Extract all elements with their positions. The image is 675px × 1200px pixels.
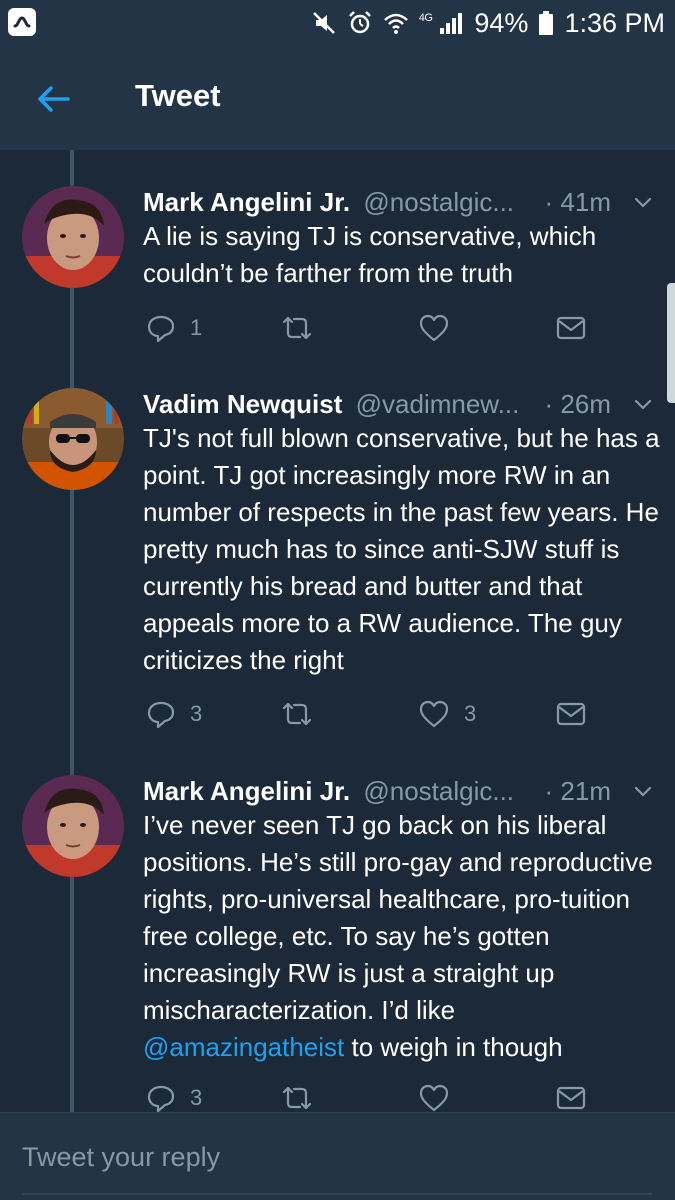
avatar[interactable] bbox=[22, 388, 124, 490]
like-button[interactable] bbox=[418, 308, 464, 348]
like-button[interactable]: 3 bbox=[418, 694, 476, 734]
wifi-icon bbox=[383, 10, 409, 36]
direct-message-button[interactable] bbox=[556, 308, 586, 348]
clock: 1:36 PM bbox=[564, 7, 665, 38]
tweet-item[interactable]: Vadim Newquist @vadimnew... · 26m TJ's n… bbox=[0, 352, 675, 745]
tweet-timestamp: · 26m bbox=[544, 389, 611, 419]
reply-button[interactable]: 1 bbox=[146, 308, 202, 348]
author-handle[interactable]: @nostalgic... bbox=[363, 187, 514, 217]
reply-button[interactable]: 3 bbox=[146, 1078, 202, 1112]
heart-icon bbox=[419, 1084, 449, 1112]
chevron-down-icon[interactable] bbox=[631, 779, 655, 803]
avatar[interactable] bbox=[22, 775, 124, 877]
tweet-header: Mark Angelini Jr. @nostalgic... · 21m bbox=[143, 773, 663, 809]
retweet-button[interactable] bbox=[280, 308, 328, 348]
tweet-text-segment: to weigh in though bbox=[344, 1032, 563, 1062]
retweet-icon bbox=[282, 702, 312, 726]
reply-bar bbox=[0, 1112, 675, 1200]
mute-icon bbox=[311, 10, 337, 36]
tweet-text-segment: TJ's not full blown conservative, but he… bbox=[143, 423, 660, 675]
reply-input[interactable] bbox=[22, 1137, 652, 1177]
back-button[interactable] bbox=[30, 76, 76, 122]
tweet-text: A lie is saying TJ is conservative, whic… bbox=[143, 218, 663, 292]
retweet-icon bbox=[282, 1086, 312, 1110]
tweet-text: TJ's not full blown conservative, but he… bbox=[143, 420, 663, 679]
retweet-button[interactable] bbox=[280, 694, 328, 734]
battery-percent: 94% bbox=[474, 7, 529, 38]
tweet-actions: 1 bbox=[0, 308, 675, 348]
chevron-down-icon[interactable] bbox=[631, 190, 655, 214]
tweet-item[interactable]: Mark Angelini Jr. @nostalgic... · 41m A … bbox=[0, 150, 675, 352]
heart-icon bbox=[419, 314, 449, 342]
network-type: 4G bbox=[418, 12, 433, 24]
tweet-header: Mark Angelini Jr. @nostalgic... · 41m bbox=[143, 184, 663, 220]
reply-icon bbox=[147, 1085, 175, 1112]
like-count: 3 bbox=[464, 701, 477, 726]
reply-count: 3 bbox=[190, 1085, 203, 1110]
author-name[interactable]: Mark Angelini Jr. bbox=[143, 187, 350, 217]
tweet-header: Vadim Newquist @vadimnew... · 26m bbox=[143, 386, 663, 422]
reply-input-underline bbox=[22, 1193, 652, 1195]
scrollbar-thumb[interactable] bbox=[667, 283, 675, 403]
direct-message-button[interactable] bbox=[556, 1078, 586, 1112]
tweet-actions: 3 3 bbox=[0, 694, 675, 734]
tweet-thread[interactable]: Mark Angelini Jr. @nostalgic... · 41m A … bbox=[0, 150, 675, 1112]
alarm-icon bbox=[347, 10, 373, 36]
mention-link[interactable]: @amazingatheist bbox=[143, 1032, 344, 1062]
status-bar: 4G 94% 1:36 PM bbox=[0, 0, 675, 46]
heart-icon bbox=[419, 700, 449, 728]
avatar[interactable] bbox=[22, 186, 124, 288]
top-app-bar: Tweet bbox=[0, 46, 675, 150]
tweet-text-segment: A lie is saying TJ is conservative, whic… bbox=[143, 221, 597, 288]
chevron-down-icon[interactable] bbox=[631, 392, 655, 416]
tweet-timestamp: · 21m bbox=[544, 776, 611, 806]
retweet-button[interactable] bbox=[280, 1078, 328, 1112]
reply-icon bbox=[147, 701, 175, 729]
reply-count: 1 bbox=[190, 315, 203, 340]
tweet-timestamp: · 41m bbox=[544, 187, 611, 217]
author-name[interactable]: Mark Angelini Jr. bbox=[143, 776, 350, 806]
arrow-left-icon bbox=[38, 86, 70, 112]
envelope-icon bbox=[556, 316, 586, 340]
like-button[interactable] bbox=[418, 1078, 464, 1112]
tweet-actions: 3 bbox=[0, 1078, 675, 1112]
tweet-text-segment: I’ve never seen TJ go back on his libera… bbox=[143, 810, 653, 1025]
reply-button[interactable]: 3 bbox=[146, 694, 202, 734]
status-icons: 4G 94% 1:36 PM bbox=[311, 0, 665, 46]
page-title: Tweet bbox=[135, 78, 221, 113]
author-handle[interactable]: @nostalgic... bbox=[363, 776, 514, 806]
retweet-icon bbox=[282, 316, 312, 340]
app-notification-icon bbox=[8, 8, 36, 36]
author-name[interactable]: Vadim Newquist bbox=[143, 389, 342, 419]
tweet-item[interactable]: Mark Angelini Jr. @nostalgic... · 21m I’… bbox=[0, 745, 675, 1112]
reply-icon bbox=[147, 315, 175, 343]
signal-icon bbox=[438, 10, 464, 36]
tweet-text: I’ve never seen TJ go back on his libera… bbox=[143, 807, 663, 1066]
envelope-icon bbox=[556, 702, 586, 726]
author-handle[interactable]: @vadimnew... bbox=[356, 389, 520, 419]
direct-message-button[interactable] bbox=[556, 694, 586, 734]
battery-icon bbox=[538, 10, 554, 36]
reply-count: 3 bbox=[190, 701, 203, 726]
envelope-icon bbox=[556, 1086, 586, 1110]
